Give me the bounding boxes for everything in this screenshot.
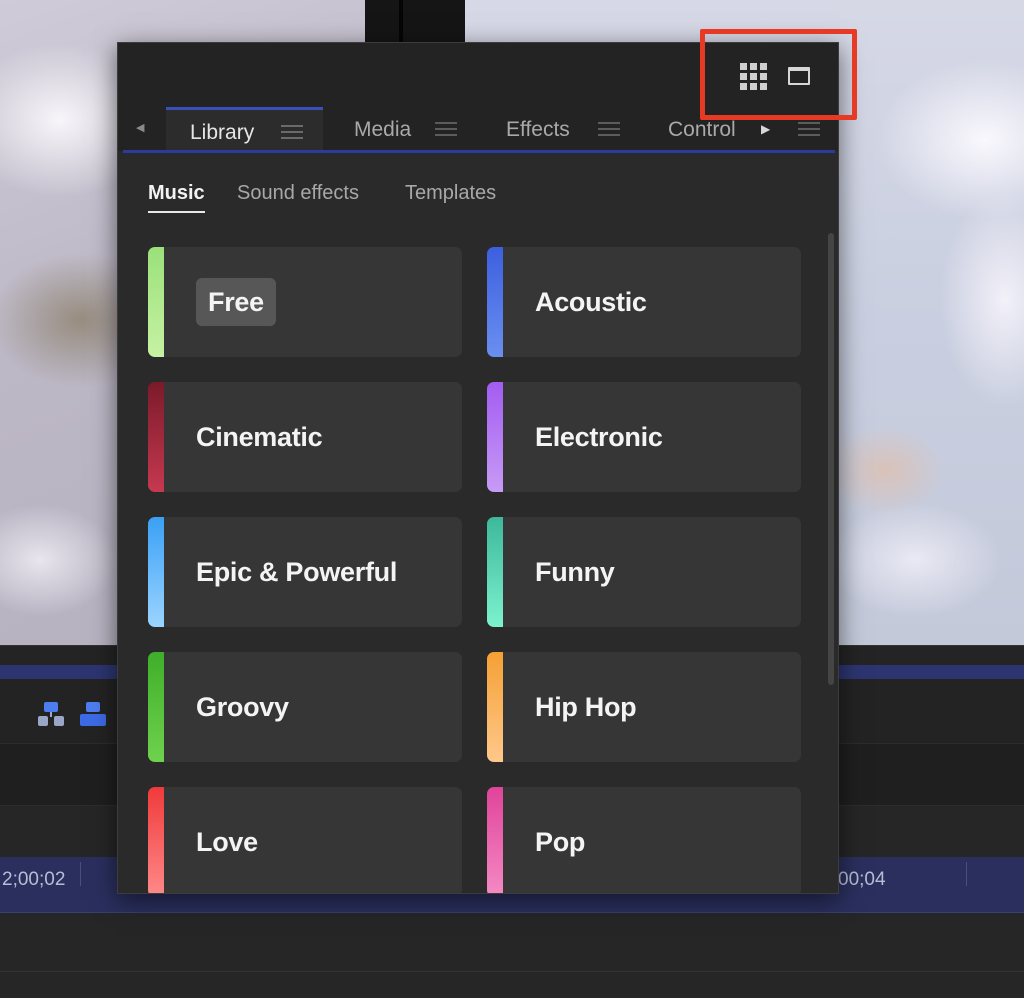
subtab-music[interactable]: Music xyxy=(148,181,205,215)
window-view-icon[interactable] xyxy=(788,67,810,85)
category-label: Love xyxy=(196,827,258,857)
music-category-grid: Free Acoustic Cinematic Electronic Epic … xyxy=(148,247,808,893)
category-card-electronic[interactable]: Electronic xyxy=(487,382,801,492)
category-label: Acoustic xyxy=(535,287,647,317)
category-label: Electronic xyxy=(535,422,663,452)
tab-label: Control xyxy=(668,118,736,141)
tabbar-underline xyxy=(123,150,835,153)
ruler-tick xyxy=(80,862,81,886)
timeline-track-area xyxy=(0,913,1024,998)
ruler-tick xyxy=(966,862,967,886)
category-label: Hip Hop xyxy=(535,692,637,722)
category-card-love[interactable]: Love xyxy=(148,787,462,893)
category-color-stripe xyxy=(487,247,503,357)
category-label: Epic & Powerful xyxy=(196,557,398,587)
timecode-right: 00;04 xyxy=(838,869,886,890)
tab-control-menu[interactable] xyxy=(774,107,824,151)
category-card-free[interactable]: Free xyxy=(148,247,462,357)
tab-menu-icon[interactable] xyxy=(798,122,820,136)
category-color-stripe xyxy=(148,517,164,627)
timecode-left: 2;00;02 xyxy=(2,869,66,890)
tab-label: Effects xyxy=(506,118,570,141)
category-color-stripe xyxy=(148,652,164,762)
tab-menu-icon[interactable] xyxy=(598,122,620,136)
tab-control[interactable]: Control xyxy=(644,107,764,151)
tab-scroll-left-icon[interactable]: ◀ xyxy=(136,121,146,135)
category-label: Free xyxy=(196,278,276,326)
category-card-hip-hop[interactable]: Hip Hop xyxy=(487,652,801,762)
category-card-epic-powerful[interactable]: Epic & Powerful xyxy=(148,517,462,627)
category-card-acoustic[interactable]: Acoustic xyxy=(487,247,801,357)
category-label: Cinematic xyxy=(196,422,323,452)
category-card-pop[interactable]: Pop xyxy=(487,787,801,893)
tab-library[interactable]: Library xyxy=(166,107,323,151)
category-card-cinematic[interactable]: Cinematic xyxy=(148,382,462,492)
category-card-groovy[interactable]: Groovy xyxy=(148,652,462,762)
overwrite-icon[interactable] xyxy=(80,702,106,726)
tab-menu-icon[interactable] xyxy=(281,125,303,139)
category-color-stripe xyxy=(148,247,164,357)
tab-menu-icon[interactable] xyxy=(435,122,457,136)
library-panel: ◀ Library Media Effects Control ▶ Music … xyxy=(117,42,839,894)
tab-label: Library xyxy=(190,121,255,144)
view-mode-toggle xyxy=(736,61,816,93)
category-scrollbar[interactable] xyxy=(828,233,834,685)
tab-label: Media xyxy=(354,118,412,141)
category-color-stripe xyxy=(487,652,503,762)
tab-effects[interactable]: Effects xyxy=(482,107,632,151)
insert-icon[interactable] xyxy=(38,702,64,726)
subtab-templates[interactable]: Templates xyxy=(405,181,496,215)
category-label: Funny xyxy=(535,557,615,587)
category-color-stripe xyxy=(148,382,164,492)
category-color-stripe xyxy=(487,382,503,492)
category-label: Pop xyxy=(535,827,586,857)
tab-scroll-right-icon[interactable]: ▶ xyxy=(761,121,771,137)
grid-view-icon[interactable] xyxy=(740,63,767,90)
category-color-stripe xyxy=(148,787,164,893)
panel-tabbar: ◀ Library Media Effects Control ▶ xyxy=(118,107,838,153)
category-card-funny[interactable]: Funny xyxy=(487,517,801,627)
category-color-stripe xyxy=(487,517,503,627)
category-color-stripe xyxy=(487,787,503,893)
tab-media[interactable]: Media xyxy=(330,107,470,151)
category-label: Groovy xyxy=(196,692,289,722)
subtab-sound-effects[interactable]: Sound effects xyxy=(237,181,359,215)
